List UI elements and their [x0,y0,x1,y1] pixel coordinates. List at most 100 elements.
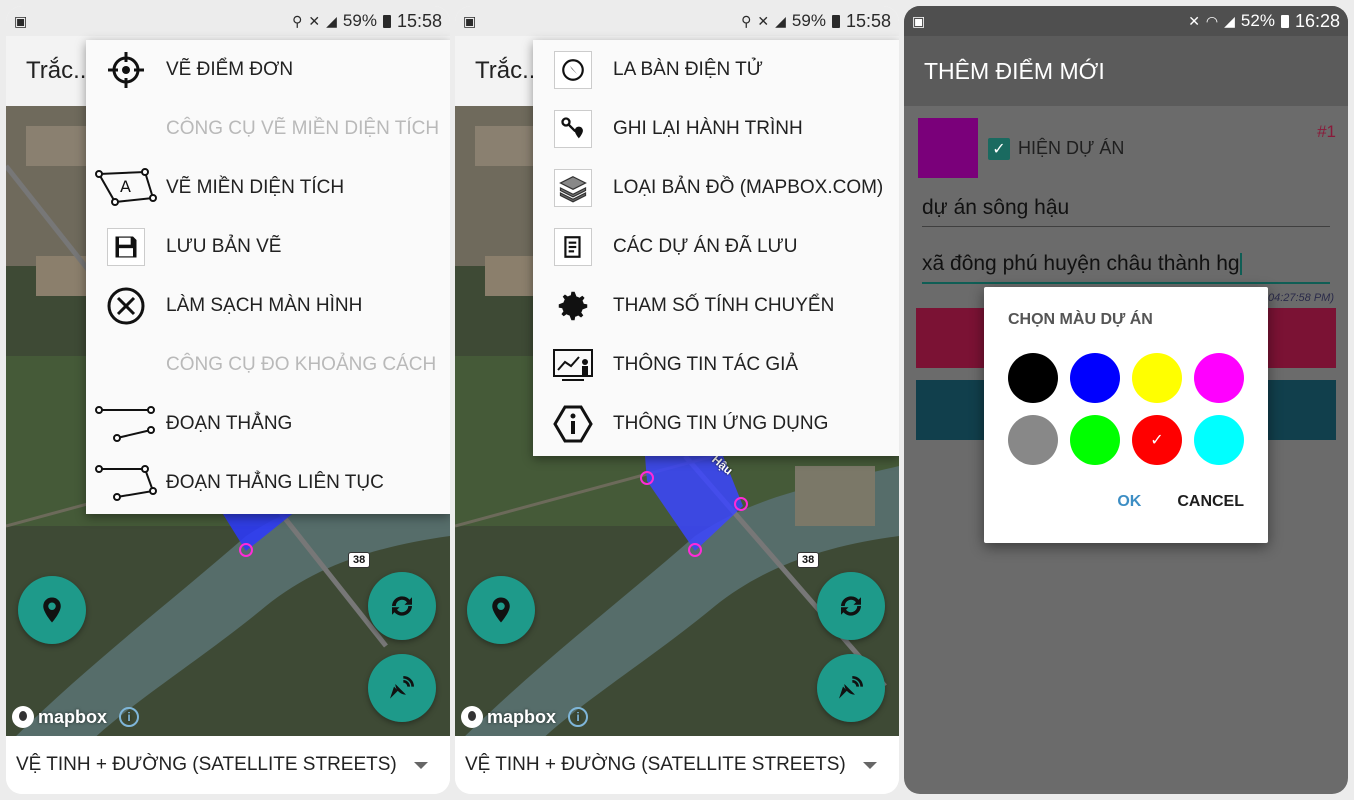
phone-screen-draw-menu: ▣ ⚲ ✕ ◢ 59% 15:58 Trắc... 38 mapbox i VỆ… [6,6,450,794]
menu-item-draw-area[interactable]: A VẼ MIỀN DIỆN TÍCH [86,158,450,217]
color-option[interactable] [1194,353,1244,403]
satellite-signal-button[interactable] [368,654,436,722]
map-style-dropdown[interactable]: VỆ TINH + ĐƯỜNG (SATELLITE STREETS) [455,736,899,794]
menu-item-line-segment[interactable]: ĐOẠN THẲNG [86,394,450,453]
menu-item-label: THÔNG TIN TÁC GIẢ [613,353,799,375]
line-segment-icon [95,405,155,442]
project-name-input[interactable]: dự án sông hậu [922,196,1330,227]
clock: 16:28 [1294,10,1340,31]
menu-section-label: CÔNG CỤ ĐO KHOẢNG CÁCH [166,353,437,375]
floppy-disk-icon [107,227,145,266]
map-style-value: VỆ TINH + ĐƯỜNG (SATELLITE STREETS) [465,754,846,775]
menu-item-conversion-params[interactable]: THAM SỐ TÍNH CHUYỂN [533,276,899,335]
tools-menu: LA BÀN ĐIỆN TỬ GHI LẠI HÀNH TRÌNH LOẠI B… [533,40,899,456]
mute-icon: ✕ [1188,13,1200,29]
sync-icon [392,596,412,616]
menu-item-label: GHI LẠI HÀNH TRÌNH [613,117,803,139]
color-option[interactable] [1008,415,1058,465]
mute-icon: ✕ [308,13,321,29]
status-bar: ▣ ⚲ ✕ ◢ 59% 15:58 [6,6,450,36]
color-option[interactable] [1132,353,1182,403]
map-style-value: VỆ TINH + ĐƯỜNG (SATELLITE STREETS) [16,754,397,775]
svg-text:A: A [120,177,131,196]
project-color-swatch[interactable] [918,118,978,178]
mapbox-attribution[interactable]: mapbox i [12,706,140,728]
menu-item-saved-projects[interactable]: CÁC DỰ ÁN ĐÃ LƯU [533,217,899,276]
mute-icon: ✕ [757,13,770,29]
menu-section-area-tools: CÔNG CỤ VẼ MIỀN DIỆN TÍCH [86,99,450,158]
menu-item-label: LƯU BẢN VẼ [166,235,282,257]
info-hexagon-icon [553,405,593,442]
menu-item-author-info[interactable]: THÔNG TIN TÁC GIẢ [533,335,899,394]
menu-item-compass[interactable]: LA BÀN ĐIỆN TỬ [533,40,899,99]
signal-icon: ◢ [1224,13,1235,29]
polyline-icon [95,464,157,501]
location-pin-icon [43,597,61,623]
color-picker-dialog: CHỌN MÀU DỰ ÁN ✓ OK CANCEL [984,287,1268,543]
wifi-icon: ◠ [1205,13,1219,29]
menu-item-polyline[interactable]: ĐOẠN THẲNG LIÊN TỤC [86,453,450,512]
layers-icon [554,168,592,207]
color-option[interactable] [1070,353,1120,403]
cancel-button[interactable]: CANCEL [1177,493,1244,511]
battery-percent: 52% [1240,11,1275,30]
color-option[interactable]: ✓ [1132,415,1182,465]
address-value: xã đông phú huyện châu thành hg [922,252,1240,275]
menu-item-map-type[interactable]: LOẠI BẢN ĐỒ (MAPBOX.COM) [533,158,899,217]
text-caret [1239,253,1242,276]
point-number: #1 [1317,122,1336,141]
menu-section-distance-tools: CÔNG CỤ ĐO KHOẢNG CÁCH [86,335,450,394]
menu-item-draw-point[interactable]: VẼ ĐIỂM ĐƠN [86,40,450,99]
location-icon: ⚲ [292,13,303,29]
presenter-icon [553,348,593,381]
phone-screen-add-point: ▣ ✕ ◠ ◢ 52% 16:28 THÊM ĐIỂM MỚI ✓ HIỆN D… [904,6,1348,794]
color-option[interactable] [1194,415,1244,465]
polygon-area-icon: A [95,167,157,206]
compass-icon [554,50,592,89]
crosshair-icon [108,51,144,88]
show-project-label: HIỆN DỰ ÁN [1018,138,1125,158]
my-location-button[interactable] [18,576,86,644]
battery-icon [382,14,391,28]
menu-item-label: LÀM SẠCH MÀN HÌNH [166,294,363,316]
sync-icon [841,596,861,616]
menu-item-label: ĐOẠN THẲNG [166,412,293,434]
color-option[interactable] [1070,415,1120,465]
screenshot-collage: ▣ ⚲ ✕ ◢ 59% 15:58 Trắc... 38 mapbox i VỆ… [0,0,1354,800]
color-options: ✓ [1008,353,1248,465]
timestamp: 04:27:58 PM) [1267,292,1334,304]
menu-item-clear-screen[interactable]: LÀM SẠCH MÀN HÌNH [86,276,450,335]
map-style-dropdown[interactable]: VỆ TINH + ĐƯỜNG (SATELLITE STREETS) [6,736,450,794]
mapbox-logo-icon [12,706,34,728]
ok-button[interactable]: OK [1117,493,1141,511]
mapbox-logo-icon [461,706,483,728]
chevron-down-icon [863,762,877,769]
mapbox-attribution[interactable]: mapbox i [461,706,589,728]
menu-item-app-info[interactable]: THÔNG TIN ỨNG DỤNG [533,394,899,453]
image-notification-icon: ▣ [912,13,926,29]
signal-icon: ◢ [775,13,786,29]
info-icon[interactable]: i [568,707,589,727]
sync-button[interactable] [817,572,885,640]
satellite-signal-button[interactable] [817,654,885,722]
satellite-dish-icon [390,676,414,699]
check-icon: ✓ [1150,432,1164,449]
clock: 15:58 [396,10,442,31]
sync-button[interactable] [368,572,436,640]
info-icon[interactable]: i [119,707,140,727]
image-notification-icon: ▣ [463,13,477,29]
color-option[interactable] [1008,353,1058,403]
dialog-title: CHỌN MÀU DỰ ÁN [1008,311,1153,328]
satellite-dish-icon [839,676,863,699]
status-bar: ▣ ⚲ ✕ ◢ 59% 15:58 [455,6,899,36]
page-title: THÊM ĐIỂM MỚI [904,36,1348,106]
menu-item-save-drawing[interactable]: LƯU BẢN VẼ [86,217,450,276]
mapbox-text: mapbox [38,706,108,727]
my-location-button[interactable] [467,576,535,644]
show-project-checkbox[interactable]: ✓ [988,138,1010,160]
menu-item-label: VẼ ĐIỂM ĐƠN [166,58,294,80]
menu-item-record-route[interactable]: GHI LẠI HÀNH TRÌNH [533,99,899,158]
notepad-icon [554,227,592,266]
battery-percent: 59% [342,11,377,30]
address-input[interactable]: xã đông phú huyện châu thành hg [922,252,1330,284]
